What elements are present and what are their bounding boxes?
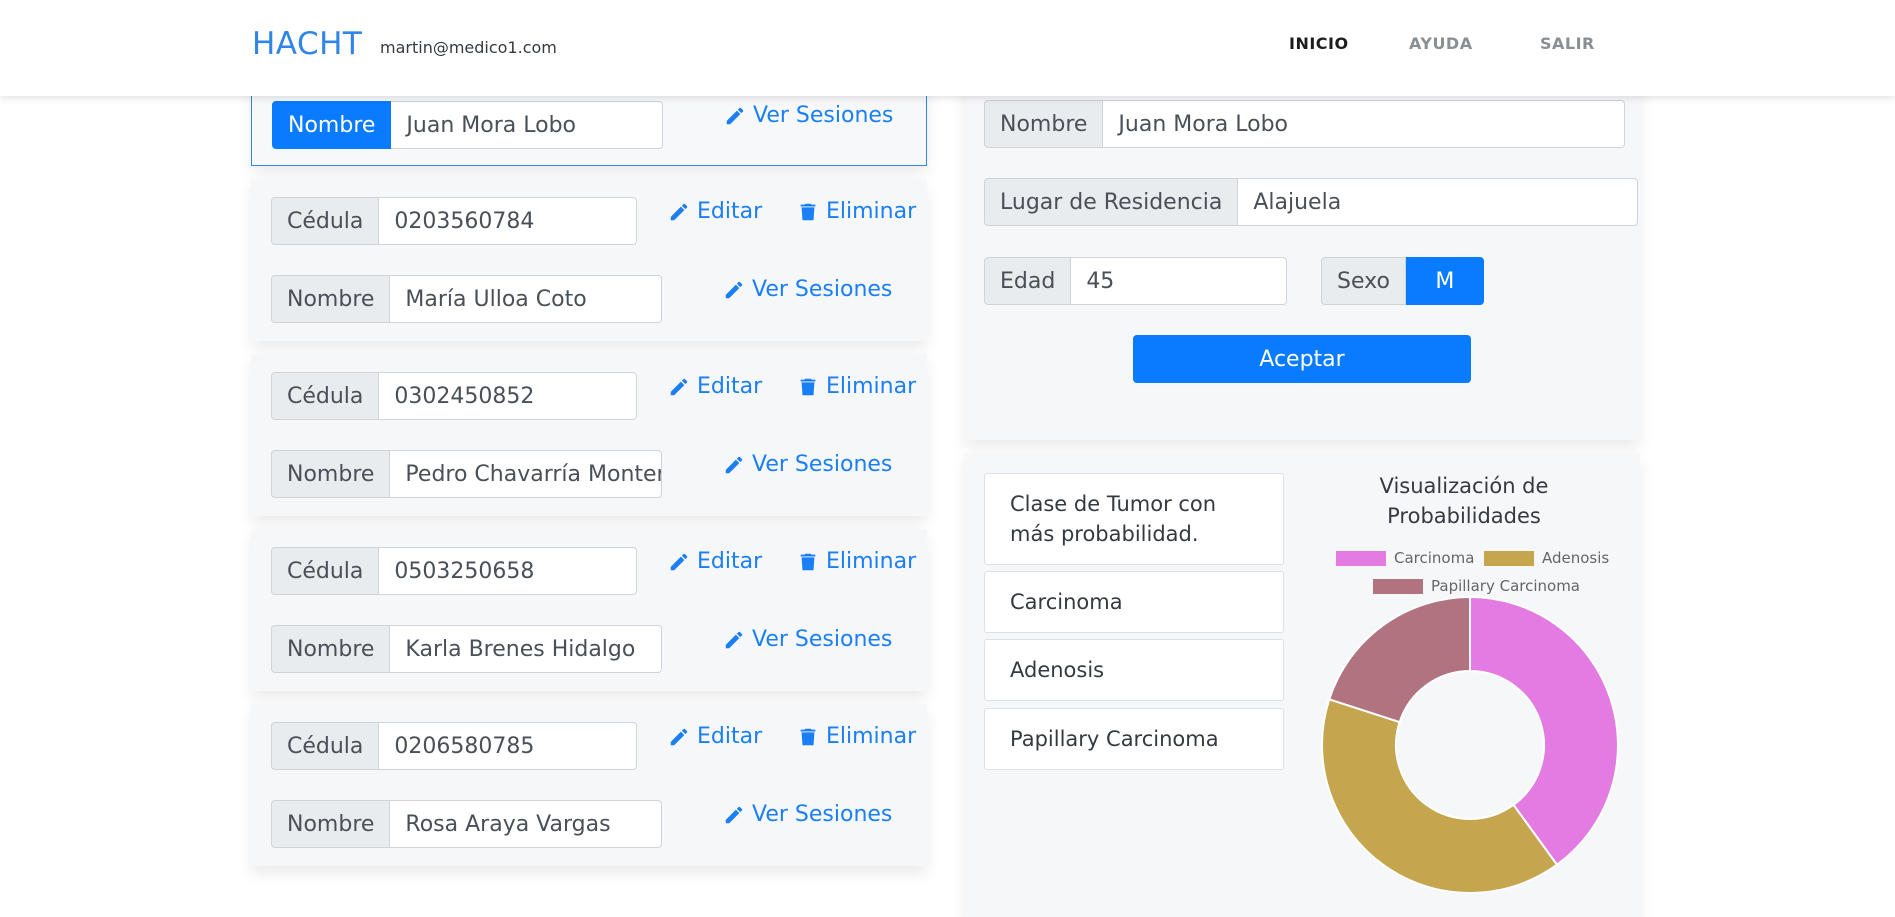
delete-label: Eliminar [826, 724, 917, 749]
user-email: martin@medico1.com [380, 38, 557, 57]
edit-button[interactable]: Editar [668, 724, 762, 749]
edit-label: Editar [697, 374, 763, 399]
pencil-icon [670, 378, 688, 395]
donut-chart [1321, 595, 1619, 894]
view-sessions-button[interactable]: Ver Sesiones [723, 627, 892, 652]
donut-slice-papillary-carcinoma[interactable] [1327, 595, 1471, 724]
nav-inicio[interactable]: INICIO [1289, 34, 1349, 53]
name-field[interactable]: Juan Mora Lobo [391, 101, 664, 149]
cedula-label: Cédula [271, 722, 380, 770]
delete-label: Eliminar [826, 199, 917, 224]
name-label: Nombre [271, 450, 391, 498]
residence-label: Lugar de Residencia [984, 178, 1239, 226]
delete-button[interactable]: Eliminar [797, 549, 916, 574]
cedula-field[interactable]: 0503250658 [379, 547, 638, 595]
pencil-icon [726, 107, 744, 124]
edit-label: Editar [697, 724, 763, 749]
age-row: Edad 45 [984, 257, 1288, 305]
view-sessions-label: Ver Sesiones [753, 103, 894, 128]
pencil-icon [725, 631, 743, 648]
name-row: Nombre Rosa Araya Vargas [271, 800, 663, 848]
cedula-label: Cédula [271, 547, 380, 595]
edit-button[interactable]: Editar [668, 374, 762, 399]
view-sessions-label: Ver Sesiones [752, 277, 893, 302]
name-label: Nombre [271, 275, 391, 323]
edit-label: Editar [697, 199, 763, 224]
trash-icon [800, 203, 816, 220]
patient-form-panel: Nombre Juan Mora Lobo Lugar de Residenci… [964, 70, 1640, 440]
cedula-field[interactable]: 0206580785 [379, 722, 638, 770]
name-row: Nombre Juan Mora Lobo [272, 101, 664, 149]
view-sessions-label: Ver Sesiones [752, 452, 893, 477]
accept-button[interactable]: Aceptar [1133, 335, 1471, 383]
nav-salir[interactable]: SALIR [1540, 34, 1595, 53]
patient-card: Cédula 0206580785 Editar Eliminar Nombre… [251, 704, 927, 866]
edit-button[interactable]: Editar [668, 549, 762, 574]
delete-label: Eliminar [826, 549, 917, 574]
pencil-icon [670, 728, 688, 745]
delete-label: Eliminar [826, 374, 917, 399]
trash-icon [800, 553, 816, 570]
patient-card: Cédula 0203560784 Editar Eliminar Nombre… [251, 179, 927, 341]
edit-label: Editar [697, 549, 763, 574]
residence-field[interactable]: Alajuela [1238, 178, 1639, 226]
residence-row: Lugar de Residencia Alajuela [984, 178, 1639, 226]
patient-card: Cédula 0302450852 Editar Eliminar Nombre… [251, 354, 927, 516]
view-sessions-button[interactable]: Ver Sesiones [724, 103, 893, 128]
sex-toggle-button[interactable]: M [1405, 257, 1484, 305]
name-row: Nombre Pedro Chavarría Montero [271, 450, 663, 498]
brand-logo[interactable]: HACHT [252, 26, 362, 62]
form-name-label: Nombre [984, 100, 1104, 148]
pencil-icon [670, 553, 688, 570]
view-sessions-button[interactable]: Ver Sesiones [723, 277, 892, 302]
navbar: HACHT martin@medico1.com INICIO AYUDA SA… [0, 0, 1895, 96]
view-sessions-label: Ver Sesiones [752, 802, 893, 827]
delete-button[interactable]: Eliminar [797, 199, 916, 224]
age-field[interactable]: 45 [1071, 257, 1288, 305]
delete-button[interactable]: Eliminar [797, 374, 916, 399]
name-field[interactable]: Rosa Araya Vargas [390, 800, 663, 848]
name-field[interactable]: Pedro Chavarría Montero [390, 450, 663, 498]
cedula-label: Cédula [271, 197, 380, 245]
form-name-row: Nombre Juan Mora Lobo [984, 100, 1626, 148]
view-sessions-label: Ver Sesiones [752, 627, 893, 652]
cedula-label: Cédula [271, 372, 380, 420]
trash-icon [800, 728, 816, 745]
name-label: Nombre [272, 101, 392, 149]
cedula-field[interactable]: 0302450852 [379, 372, 638, 420]
sex-row: Sexo M [1321, 257, 1484, 305]
pencil-icon [725, 281, 743, 298]
cedula-row: Cédula 0302450852 [271, 372, 638, 420]
name-row: Nombre María Ulloa Coto [271, 275, 663, 323]
patient-card: Cédula 0503250658 Editar Eliminar Nombre… [251, 529, 927, 691]
name-label: Nombre [271, 625, 391, 673]
donut-slice-adenosis[interactable] [1321, 698, 1559, 894]
age-label: Edad [984, 257, 1072, 305]
nav-ayuda[interactable]: AYUDA [1409, 34, 1473, 53]
view-sessions-button[interactable]: Ver Sesiones [723, 802, 892, 827]
name-label: Nombre [271, 800, 391, 848]
pencil-icon [670, 203, 688, 220]
cedula-field[interactable]: 0203560784 [379, 197, 638, 245]
sex-label: Sexo [1321, 257, 1406, 305]
edit-button[interactable]: Editar [668, 199, 762, 224]
cedula-row: Cédula 0503250658 [271, 547, 638, 595]
name-field[interactable]: Karla Brenes Hidalgo [390, 625, 663, 673]
form-name-field[interactable]: Juan Mora Lobo [1103, 100, 1626, 148]
trash-icon [800, 378, 816, 395]
name-row: Nombre Karla Brenes Hidalgo [271, 625, 663, 673]
tumor-panel: Clase de Tumor con más probabilidad. Car… [964, 453, 1640, 917]
cedula-row: Cédula 0206580785 [271, 722, 638, 770]
delete-button[interactable]: Eliminar [797, 724, 916, 749]
cedula-row: Cédula 0203560784 [271, 197, 638, 245]
pencil-icon [725, 806, 743, 823]
view-sessions-button[interactable]: Ver Sesiones [723, 452, 892, 477]
pencil-icon [725, 456, 743, 473]
name-field[interactable]: María Ulloa Coto [390, 275, 663, 323]
